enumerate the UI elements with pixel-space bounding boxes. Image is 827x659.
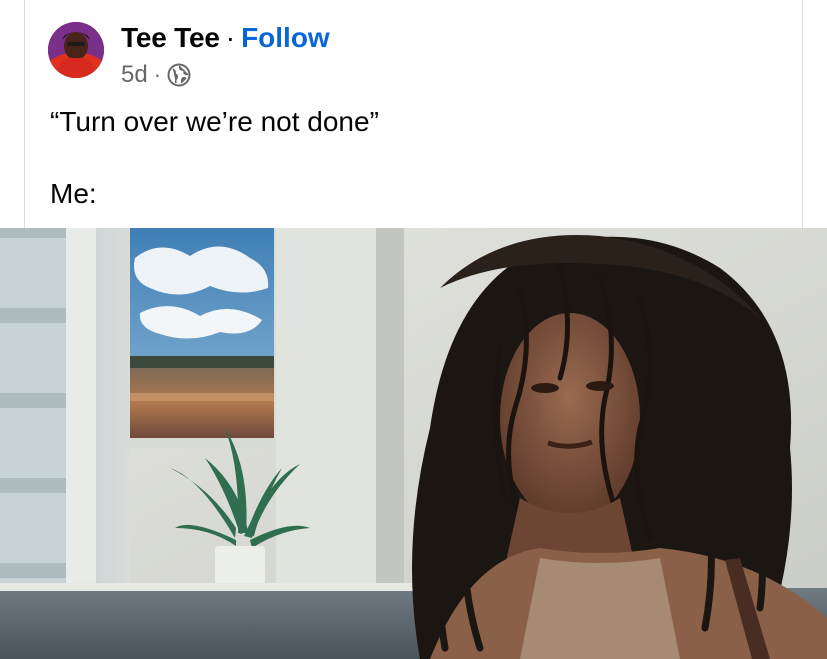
author-avatar[interactable]: [48, 22, 104, 78]
photo-image: [0, 228, 827, 659]
avatar-image: [48, 22, 104, 78]
post-text: “Turn over we’re not done” Me:: [50, 104, 379, 212]
post-age[interactable]: 5d: [121, 61, 148, 89]
author-line: Tee Tee · Follow: [121, 20, 330, 56]
post-photo[interactable]: [0, 228, 827, 659]
follow-button[interactable]: Follow: [241, 22, 330, 54]
post-card: Tee Tee · Follow 5d · “Turn over we’re n…: [0, 0, 827, 659]
author-name[interactable]: Tee Tee: [121, 22, 220, 54]
meta-separator-dot: ·: [153, 62, 162, 87]
post-text-line: “Turn over we’re not done”: [50, 106, 379, 137]
post-meta: 5d ·: [121, 60, 191, 90]
post-text-line: Me:: [50, 178, 97, 209]
globe-icon[interactable]: [167, 63, 191, 87]
separator-dot: ·: [225, 22, 236, 53]
